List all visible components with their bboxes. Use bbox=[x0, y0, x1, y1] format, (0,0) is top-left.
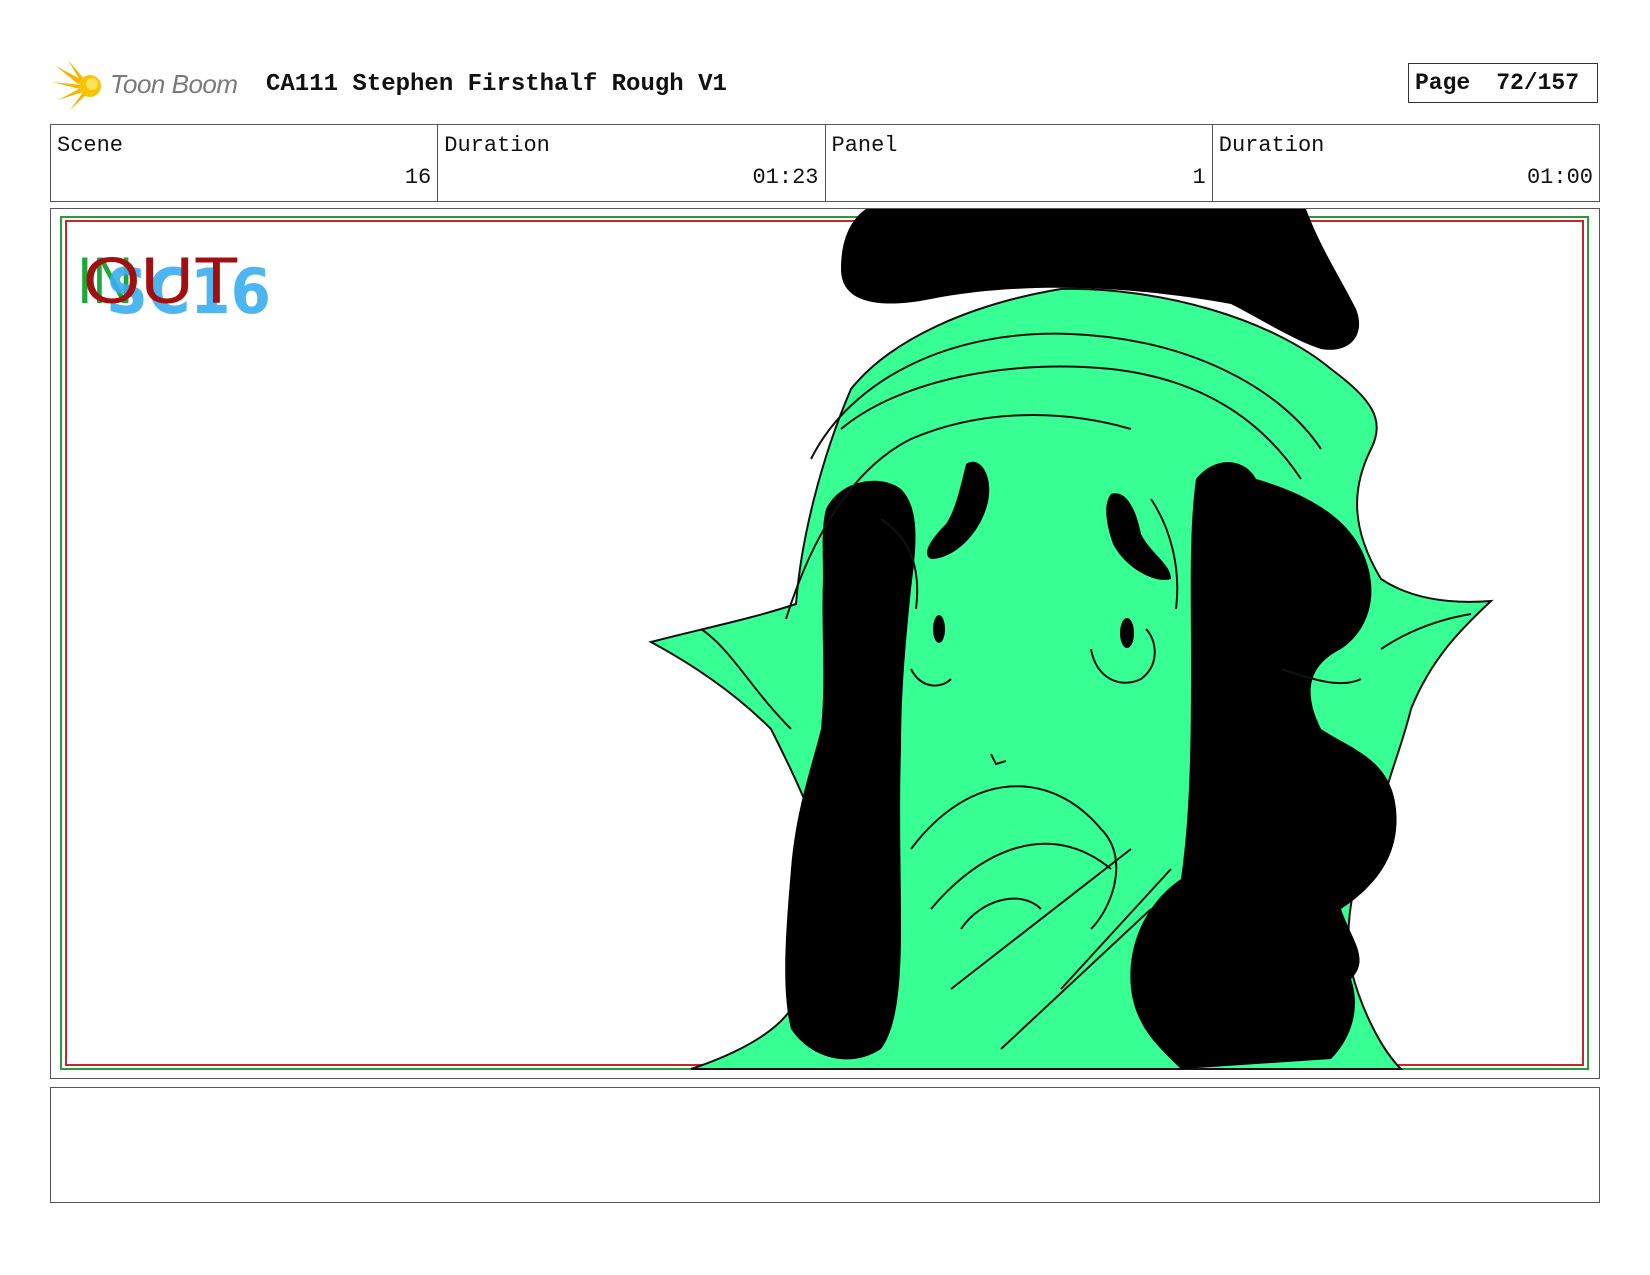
character-fill bbox=[648, 287, 1494, 1070]
scene-label: Scene bbox=[57, 133, 124, 158]
scene-duration-value: 01:23 bbox=[752, 165, 819, 190]
document-title: CA111 Stephen Firsthalf Rough V1 bbox=[266, 71, 727, 98]
starburst-icon bbox=[52, 60, 101, 110]
panel-duration-value: 01:00 bbox=[1526, 165, 1593, 190]
page-header: Toon Boom CA111 Stephen Firsthalf Rough … bbox=[50, 58, 1600, 114]
scene-cell: Scene 16 bbox=[51, 125, 439, 201]
panel-drawing: IN SC16 OUT bbox=[60, 209, 1589, 1070]
scene-value: 16 bbox=[404, 165, 432, 190]
out-marker: OUT bbox=[83, 243, 239, 317]
storyboard-panel: IN SC16 OUT bbox=[50, 208, 1600, 1079]
page-label: Page bbox=[1415, 70, 1471, 96]
page-number: 72/157 bbox=[1496, 70, 1580, 96]
right-eye bbox=[1120, 618, 1134, 648]
character-sketch bbox=[648, 209, 1494, 1070]
page-indicator: Page 72/157 bbox=[1408, 63, 1598, 103]
toon-boom-logo: Toon Boom bbox=[52, 58, 252, 114]
scene-duration-cell: Duration 01:23 bbox=[438, 125, 826, 201]
left-eye bbox=[933, 615, 945, 643]
scene-duration-label: Duration bbox=[444, 133, 550, 158]
panel-duration-cell: Duration 01:00 bbox=[1213, 125, 1599, 201]
scene-info-table: Scene 16 Duration 01:23 Panel 1 Duration… bbox=[50, 124, 1600, 202]
panel-duration-label: Duration bbox=[1218, 133, 1325, 158]
panel-value: 1 bbox=[1192, 165, 1206, 190]
caption-box bbox=[50, 1087, 1600, 1203]
panel-label: Panel bbox=[831, 133, 898, 158]
panel-cell: Panel 1 bbox=[826, 125, 1213, 201]
logo-text: Toon Boom bbox=[110, 69, 238, 99]
